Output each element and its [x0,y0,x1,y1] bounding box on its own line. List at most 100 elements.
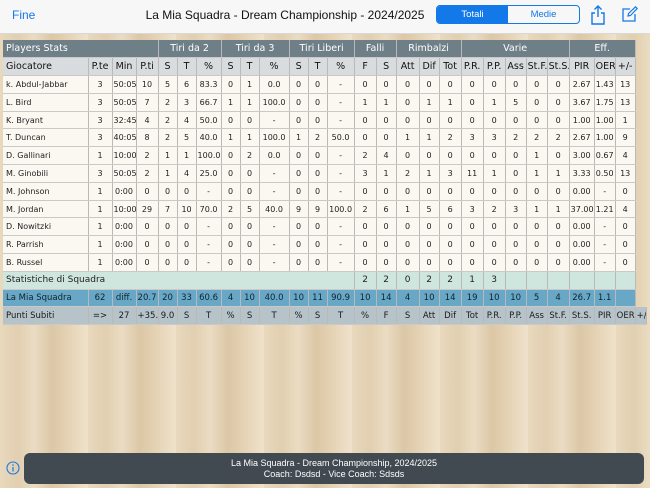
player-name: D. Nowitzki [3,217,89,237]
column-header: T [308,57,328,77]
table-cell: 0 [419,146,440,166]
column-header: P.ti [136,57,159,77]
column-header: St.S. [547,57,570,77]
table-cell: - [259,111,290,130]
navigation-bar: Fine La Mia Squadra - Dream Championship… [0,0,650,34]
player-row[interactable]: D. Gallinari 1 10:00 2 1 1 100.0 0 2 0.0 0 0-2 4 0 0 0 0… [3,146,647,166]
table-cell: 0 [221,217,241,237]
player-row[interactable]: K. Bryant 3 32:45 4 2 4 50.0 0 0-0 0-0 0 0 0 0 0 0 0 0 0 1.… [3,111,647,130]
table-cell: 1 [240,75,260,94]
table-cell: 0.00 [569,182,595,201]
player-row[interactable]: M. Jordan 1 10:00 29 7 10 70.0 2 5 40.0 9 9 100.0 2 6 1… [3,200,647,219]
column-header-row: Giocatore P.te Min P.ti S T% S T% S T% F S Att Dif Tot… [3,57,647,77]
table-cell: 0 [396,93,420,112]
table-cell: - [594,217,616,237]
column-header: S [221,57,241,77]
table-cell: 33 [177,289,197,308]
table-cell: 2 [396,164,420,183]
table-cell: 1 [88,146,113,166]
table-cell: 2 [526,128,548,148]
table-cell: 0 [354,182,377,201]
table-cell: 27 [112,306,137,326]
fine-button[interactable]: Fine [12,8,35,22]
table-cell: % [289,306,309,326]
table-cell: 50:05 [112,75,137,94]
table-cell: - [327,146,355,166]
table-cell: T [327,306,355,326]
table-cell: 0 [158,253,178,272]
table-cell: 0 [419,253,440,272]
info-icon[interactable] [6,461,20,475]
segment-totali[interactable]: Totali [437,6,508,23]
table-cell: 0 [419,182,440,201]
table-cell: 0 [354,111,377,130]
table-cell: 0 [547,182,570,201]
page-title: La Mia Squadra - Dream Championship - 20… [145,8,425,22]
player-row[interactable]: B. Russel 1 0:00 0 0 0-0 0-0 0-0 0 0 0 0 0 0 0 0 0 0.00-0 [3,253,647,272]
table-cell: 26.7 [569,289,595,308]
table-cell: 0 [461,182,484,201]
table-cell: 0 [308,182,328,201]
table-cell: 0 [136,217,159,237]
table-cell: 0 [439,75,462,94]
player-row[interactable]: R. Parrish 1 0:00 0 0 0-0 0-0 0-0 0 0 0 0 0 0 0 0 0 0.00-… [3,235,647,255]
edit-icon[interactable] [622,6,638,22]
table-cell: 4 [177,111,197,130]
player-row[interactable]: D. Nowitzki 1 0:00 0 0 0-0 0-0 0-0 0 0 0 0 0 0 0 0 0 0.00… [3,217,647,237]
table-cell: 0 [177,253,197,272]
table-cell: 0 [526,75,548,94]
table-cell: 0 [354,128,377,148]
table-cell: 0 [308,75,328,94]
table-cell: 0 [461,75,484,94]
table-cell: 3 [354,164,377,183]
table-cell: 0 [547,217,570,237]
table-cell: P.R. [483,306,506,326]
share-icon[interactable] [590,5,606,25]
footer-coaches: Coach: Dsdsd - Vice Coach: Sdsds [263,469,405,479]
table-cell: 3 [439,164,462,183]
player-name: B. Russel [3,253,89,272]
table-cell: 2 [376,271,397,290]
table-cell: 1.1 [594,289,616,308]
table-cell: - [327,111,355,130]
table-cell: 100.0 [259,93,290,112]
table-cell: St.S. [569,306,595,326]
column-header: Min [112,57,137,77]
table-cell: 1 [158,164,178,183]
column-header: % [196,57,222,77]
footer-championship: La Mia Squadra - Dream Championship, 202… [230,458,438,468]
table-cell: 3 [88,111,113,130]
table-cell: 1 [88,182,113,201]
table-cell: S [177,306,197,326]
player-row[interactable]: M. Johnson 1 0:00 0 0 0-0 0-0 0-0 0 0 0 0 0 0 0 0 0 0.00-… [3,182,647,201]
table-cell: 0 [308,164,328,183]
player-row[interactable]: k. Abdul-Jabbar 3 50:05 10 5 6 83.3 0 1 0.0 0 0-0 0 0… [3,75,647,94]
table-cell: 0 [461,217,484,237]
table-cell: 0 [354,75,377,94]
table-cell: 0 [505,235,527,255]
table-cell: 2 [240,146,260,166]
table-cell: 0 [547,253,570,272]
table-cell: 1 [419,164,440,183]
table-cell: 83.3 [196,75,222,94]
table-cell: 0 [439,235,462,255]
table-cell: 0 [289,182,309,201]
table-cell: 2 [439,271,462,290]
table-cell: 50.0 [196,111,222,130]
table-cell: 1 [547,200,570,219]
table-cell: 1 [526,146,548,166]
table-cell: 10 [289,289,309,308]
table-cell [547,271,570,290]
table-cell: 5 [177,128,197,148]
player-row[interactable]: T. Duncan 3 40:05 8 2 5 40.0 1 1 100.0 1 2 50.0 0 0 1 1 2… [3,128,647,148]
table-body: Players Stats Tiri da 2 Tiri da 3 Tiri L… [3,40,648,326]
table-cell: - [259,253,290,272]
player-row[interactable]: L. Bird 3 50:05 7 2 3 66.7 1 1 100.0 0 0-1 1 0 1 1 0 1 5 0 0… [3,93,647,112]
player-row[interactable]: M. Ginobili 3 50:05 2 1 4 25.0 0 0-0 0-3 1 2 1 3 11 1 0 1… [3,164,647,183]
table-cell: 0 [505,146,527,166]
table-cell: 0 [308,253,328,272]
team-stats-row: Statistiche di Squadra 2 2 0 2 2 1 3 [3,271,647,290]
segment-medie[interactable]: Medie [508,6,579,23]
table-cell: 0 [483,111,506,130]
table-cell: P.P. [505,306,527,326]
